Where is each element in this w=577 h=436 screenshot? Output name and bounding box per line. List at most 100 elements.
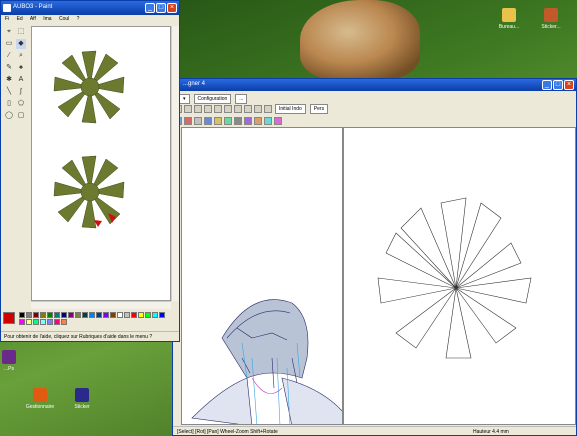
- tool-icon[interactable]: [224, 117, 232, 125]
- tool-icon[interactable]: [254, 117, 262, 125]
- palette-swatch[interactable]: [54, 312, 60, 318]
- initial-indo-button[interactable]: Initial Indo: [275, 104, 306, 114]
- tool-icon[interactable]: [194, 105, 202, 113]
- palette-swatch[interactable]: [33, 319, 39, 325]
- palette-swatch[interactable]: [47, 312, 53, 318]
- maximize-button[interactable]: □: [156, 3, 166, 13]
- rectangle-icon[interactable]: ▯: [4, 99, 14, 109]
- palette-swatch[interactable]: [82, 312, 88, 318]
- free-select-icon[interactable]: ⌖: [4, 27, 14, 37]
- desktop-icon-ps[interactable]: ...Ps: [0, 350, 33, 372]
- tool-icon[interactable]: [184, 105, 192, 113]
- 3d-view-pane[interactable]: [181, 127, 343, 425]
- tool-icon[interactable]: [194, 117, 202, 125]
- close-button[interactable]: ×: [564, 80, 574, 90]
- pers-toggle[interactable]: Pers: [309, 104, 329, 114]
- magnifier-icon[interactable]: ⌕: [16, 51, 26, 61]
- horizontal-scrollbar[interactable]: [31, 301, 171, 309]
- ellipse-icon[interactable]: ◯: [4, 111, 14, 121]
- desktop-icon-label: Sticker...: [541, 24, 561, 30]
- tool-icon[interactable]: [224, 105, 232, 113]
- close-button[interactable]: ×: [167, 3, 177, 13]
- tool-icon[interactable]: [234, 105, 242, 113]
- brush-icon[interactable]: ♠: [16, 63, 26, 73]
- window-title: AUBO3 - Paint: [13, 4, 53, 10]
- tool-icon[interactable]: [204, 105, 212, 113]
- designer-toolbar-1: ▾ Configuration ...: [173, 92, 576, 104]
- text-icon[interactable]: A: [16, 75, 26, 85]
- palette-swatch[interactable]: [54, 319, 60, 325]
- 2d-pattern-pane[interactable]: [343, 127, 576, 425]
- tool-icon[interactable]: [244, 117, 252, 125]
- minimize-button[interactable]: _: [145, 3, 155, 13]
- palette-swatch[interactable]: [152, 312, 158, 318]
- paint-canvas[interactable]: [31, 26, 171, 301]
- desktop-icon-label: Gestionnaire: [25, 404, 55, 410]
- fill-icon[interactable]: ◆: [16, 39, 26, 49]
- palette-swatch[interactable]: [61, 319, 67, 325]
- palette-swatch[interactable]: [68, 312, 74, 318]
- airbrush-icon[interactable]: ✱: [4, 75, 14, 85]
- line-icon[interactable]: ╲: [4, 87, 14, 97]
- palette-swatch[interactable]: [124, 312, 130, 318]
- toolbox: ⌖ ⬚ ▭ ◆ ⁄ ⌕ ✎ ♠ ✱ A ╲ ∫ ▯ ⬠ ◯ ▢: [3, 26, 29, 311]
- tool-icon[interactable]: [264, 105, 272, 113]
- palette-swatch[interactable]: [117, 312, 123, 318]
- designer-titlebar[interactable]: ...gner 4: [173, 79, 576, 91]
- menu-colors[interactable]: Coul: [59, 16, 69, 22]
- palette-swatch[interactable]: [40, 319, 46, 325]
- menu-file[interactable]: Fi: [5, 16, 9, 22]
- palette-swatch[interactable]: [159, 312, 165, 318]
- palette-swatch[interactable]: [19, 319, 25, 325]
- paint-window: AUBO3 - Paint _ □ × Fi Ed Aff Ima Coul ?…: [0, 0, 180, 342]
- menu-edit[interactable]: Ed: [17, 16, 23, 22]
- palette-swatch[interactable]: [138, 312, 144, 318]
- palette-swatch[interactable]: [145, 312, 151, 318]
- palette-swatch[interactable]: [61, 312, 67, 318]
- tool-icon[interactable]: [244, 105, 252, 113]
- palette-swatch[interactable]: [75, 312, 81, 318]
- desktop-icon-app[interactable]: Sticker...: [527, 8, 575, 30]
- eyedropper-icon[interactable]: ⁄: [4, 51, 14, 61]
- tool-icon[interactable]: [204, 117, 212, 125]
- 3d-model-render: [191, 299, 342, 424]
- desktop-icon-sticker[interactable]: Sticker: [58, 388, 106, 410]
- palette-swatch[interactable]: [103, 312, 109, 318]
- tool-icon[interactable]: [264, 117, 272, 125]
- palette-swatch[interactable]: [131, 312, 137, 318]
- rect-select-icon[interactable]: ⬚: [16, 27, 26, 37]
- palette-swatch[interactable]: [96, 312, 102, 318]
- eraser-icon[interactable]: ▭: [4, 39, 14, 49]
- palette-swatch[interactable]: [110, 312, 116, 318]
- tool-icon[interactable]: [254, 105, 262, 113]
- minimize-button[interactable]: _: [542, 80, 552, 90]
- palette-swatch[interactable]: [33, 312, 39, 318]
- tool-icon[interactable]: [274, 117, 282, 125]
- tool-icon[interactable]: [234, 117, 242, 125]
- tool-icon[interactable]: [214, 117, 222, 125]
- palette-swatch[interactable]: [26, 319, 32, 325]
- palette-swatch[interactable]: [26, 312, 32, 318]
- desktop-icon-label: Sticker: [74, 404, 90, 410]
- menu-image[interactable]: Ima: [43, 16, 51, 22]
- palette-swatch[interactable]: [47, 319, 53, 325]
- tool-icon[interactable]: [184, 117, 192, 125]
- app-icon: [2, 350, 16, 364]
- box-icon: [544, 8, 558, 22]
- desktop-icon-gestionnaire[interactable]: Gestionnaire: [16, 388, 64, 410]
- current-color-swatch[interactable]: [3, 312, 15, 324]
- curve-icon[interactable]: ∫: [16, 87, 26, 97]
- tool-icon[interactable]: [214, 105, 222, 113]
- wallpaper-cat: [300, 0, 420, 80]
- pencil-icon[interactable]: ✎: [4, 63, 14, 73]
- vertical-scrollbar[interactable]: [171, 26, 179, 301]
- menu-help[interactable]: ?: [77, 16, 80, 22]
- palette-swatch[interactable]: [19, 312, 25, 318]
- desktop-icon-folder[interactable]: Bureau...: [485, 8, 533, 30]
- palette-swatch[interactable]: [40, 312, 46, 318]
- rounded-rect-icon[interactable]: ▢: [16, 111, 26, 121]
- palette-swatch[interactable]: [89, 312, 95, 318]
- maximize-button[interactable]: □: [553, 80, 563, 90]
- polygon-icon[interactable]: ⬠: [16, 99, 26, 109]
- menu-view[interactable]: Aff: [30, 16, 36, 22]
